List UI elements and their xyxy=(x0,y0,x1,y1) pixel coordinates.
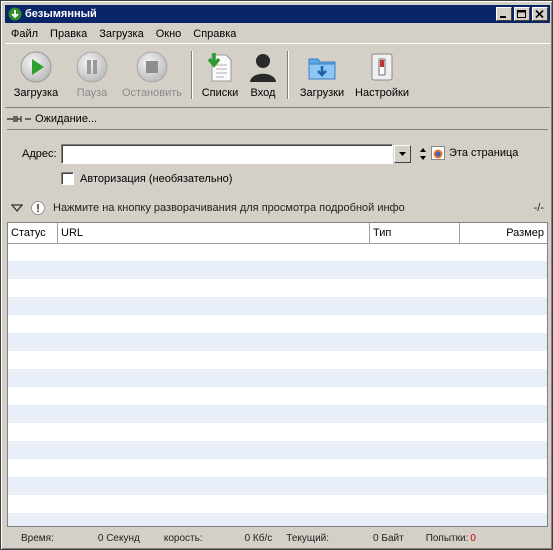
lists-label: Списки xyxy=(201,87,239,99)
table-row xyxy=(8,477,547,495)
this-page-label: Эта страница xyxy=(449,147,519,159)
downloads-table: Статус URL Тип Размер xyxy=(7,222,548,527)
settings-switch-icon xyxy=(371,53,393,81)
menu-file[interactable]: Файл xyxy=(5,28,44,40)
up-down-arrows-icon[interactable] xyxy=(419,147,427,161)
info-counter: -/- xyxy=(533,202,544,214)
close-button[interactable] xyxy=(532,7,548,21)
toolbar: Загрузка Пауза Остановить Списки Вход За… xyxy=(5,45,550,108)
table-row xyxy=(8,423,547,441)
play-icon xyxy=(20,51,52,83)
stop-button[interactable]: Остановить xyxy=(117,45,187,103)
status-footer: Время: 0 Секунд корость: 0 Кб/с Текущий:… xyxy=(7,530,548,546)
window-title: безымянный xyxy=(25,8,97,20)
table-row xyxy=(8,297,547,315)
auth-label[interactable]: Авторизация (необязательно) xyxy=(80,173,232,185)
menu-edit[interactable]: Правка xyxy=(44,28,93,40)
table-row xyxy=(8,387,547,405)
address-label: Адрес: xyxy=(22,148,57,160)
pause-button[interactable]: Пауза xyxy=(67,45,117,103)
table-row xyxy=(8,369,547,387)
plug-icon xyxy=(7,116,31,122)
settings-label: Настройки xyxy=(355,87,409,99)
attempts-label: Попытки: xyxy=(425,532,469,544)
table-row xyxy=(8,495,547,513)
table-row xyxy=(8,315,547,333)
info-exclamation-icon xyxy=(31,201,45,215)
this-page-button[interactable]: Эта страница xyxy=(431,146,518,160)
expand-triangle-icon[interactable] xyxy=(11,203,23,213)
menu-window[interactable]: Окно xyxy=(150,28,188,40)
chevron-down-icon xyxy=(399,152,406,156)
title-bar[interactable]: безымянный xyxy=(5,5,550,23)
downloads-folder-icon xyxy=(308,58,336,80)
column-url[interactable]: URL xyxy=(58,223,370,243)
user-icon xyxy=(250,54,276,82)
time-value: 0 Секунд xyxy=(97,532,140,544)
stop-icon xyxy=(136,51,168,83)
speed-value: 0 Кб/с xyxy=(244,532,273,544)
column-type[interactable]: Тип xyxy=(370,223,460,243)
table-body xyxy=(8,243,547,526)
downloads-label: Загрузки xyxy=(299,87,345,99)
table-row xyxy=(8,459,547,477)
pause-icon xyxy=(76,51,108,83)
minimize-button[interactable] xyxy=(496,7,512,21)
app-download-icon xyxy=(8,7,22,21)
list-document-icon xyxy=(207,53,232,82)
maximize-icon xyxy=(517,9,526,18)
maximize-button[interactable] xyxy=(514,7,530,21)
table-row xyxy=(8,279,547,297)
speed-label: корость: xyxy=(163,532,203,544)
app-window: безымянный Файл Правка Загрузка Окно Спр… xyxy=(0,0,553,550)
browser-icon xyxy=(431,146,445,160)
column-size[interactable]: Размер xyxy=(460,223,547,243)
lists-button[interactable]: Списки xyxy=(197,45,243,103)
info-row: Нажмите на кнопку разворачивания для про… xyxy=(11,200,544,216)
auth-row: Авторизация (необязательно) xyxy=(61,172,232,185)
settings-button[interactable]: Настройки xyxy=(351,45,413,103)
connection-status: Ожидание... xyxy=(7,109,548,130)
table-row xyxy=(8,513,547,526)
toolbar-separator xyxy=(191,51,193,99)
status-text: Ожидание... xyxy=(35,113,98,125)
toolbar-separator xyxy=(287,51,289,99)
info-text: Нажмите на кнопку разворачивания для про… xyxy=(53,202,405,214)
table-row xyxy=(8,333,547,351)
current-value: 0 Байт xyxy=(373,532,404,544)
auth-checkbox[interactable] xyxy=(61,172,74,185)
menu-help[interactable]: Справка xyxy=(187,28,242,40)
close-icon xyxy=(535,9,544,18)
table-row xyxy=(8,441,547,459)
download-button[interactable]: Загрузка xyxy=(5,45,67,103)
download-label: Загрузка xyxy=(13,87,59,99)
table-row xyxy=(8,243,547,261)
login-button[interactable]: Вход xyxy=(243,45,283,103)
menu-download[interactable]: Загрузка xyxy=(93,28,149,40)
table-row xyxy=(8,405,547,423)
stop-label: Остановить xyxy=(121,87,183,99)
minimize-icon xyxy=(500,15,506,18)
table-row xyxy=(8,261,547,279)
address-row: Адрес: Эта страница xyxy=(1,144,553,166)
downloads-button[interactable]: Загрузки xyxy=(293,45,351,103)
table-header: Статус URL Тип Размер xyxy=(8,223,547,244)
table-row xyxy=(8,351,547,369)
pause-label: Пауза xyxy=(76,87,108,99)
time-label: Время: xyxy=(21,532,54,544)
current-label: Текущий: xyxy=(286,532,330,544)
attempts-value: 0 xyxy=(470,532,476,544)
address-dropdown-button[interactable] xyxy=(394,145,411,163)
menu-bar: Файл Правка Загрузка Окно Справка xyxy=(5,25,550,44)
login-label: Вход xyxy=(250,87,276,99)
address-input[interactable] xyxy=(61,144,393,164)
column-status[interactable]: Статус xyxy=(8,223,58,243)
